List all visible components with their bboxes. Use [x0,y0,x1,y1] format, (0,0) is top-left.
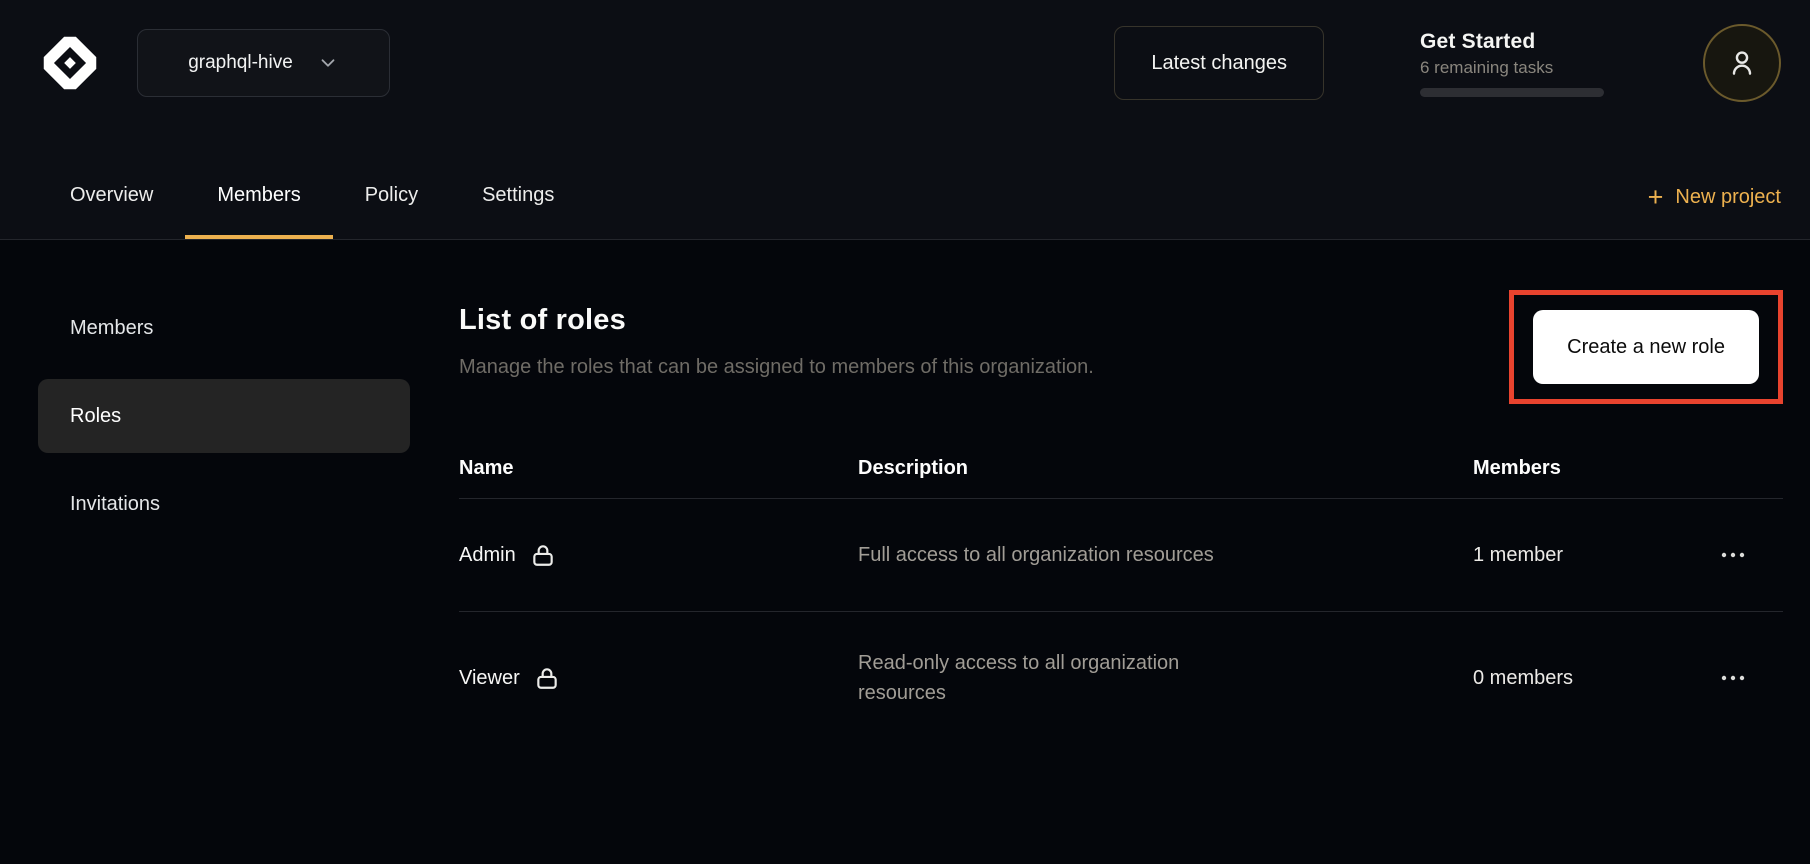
topbar-right: Latest changes Get Started 6 remaining t… [1114,24,1781,102]
role-actions-cell [1683,535,1783,575]
get-started-title: Get Started [1420,30,1604,54]
table-row-viewer: Viewer Read-only access to all organizat… [459,611,1783,744]
latest-changes-button[interactable]: Latest changes [1114,26,1324,100]
sidebar-item-members[interactable]: Members [38,291,410,365]
row-menu-button[interactable] [1711,658,1755,698]
table-header-row: Name Description Members [459,439,1783,499]
role-description: Full access to all organization resource… [858,540,1283,570]
new-project-link[interactable]: + New project [1648,155,1781,239]
topbar: graphql-hive Latest changes Get Started … [0,0,1810,126]
org-switcher-dropdown[interactable]: graphql-hive [137,29,390,97]
tab-members[interactable]: Members [185,155,332,239]
role-name-cell: Viewer [459,665,858,691]
roles-header: List of roles Manage the roles that can … [459,290,1783,404]
role-name: Admin [459,544,516,567]
members-page: Members Roles Invitations List of roles … [0,240,1810,744]
page-title: List of roles [459,304,1094,337]
org-name: graphql-hive [188,52,293,74]
tab-settings[interactable]: Settings [450,155,586,239]
table-row-admin: Admin Full access to all organization re… [459,499,1783,611]
role-name: Viewer [459,667,520,690]
role-description: Read-only access to all organization res… [858,648,1283,708]
roles-table: Name Description Members Admin Full acce… [459,439,1783,744]
ellipsis-icon [1720,551,1746,559]
role-actions-cell [1683,658,1783,698]
new-project-label: New project [1675,186,1781,209]
user-icon [1726,47,1758,79]
chevron-down-icon [317,52,339,74]
page-subtitle: Manage the roles that can be assigned to… [459,356,1094,379]
lock-icon [534,665,560,691]
get-started-widget[interactable]: Get Started 6 remaining tasks [1420,30,1604,97]
roles-titles: List of roles Manage the roles that can … [459,290,1094,379]
ellipsis-icon [1720,674,1746,682]
lock-icon [530,542,556,568]
hive-logo-icon [35,28,105,98]
column-header-name: Name [459,457,858,480]
sidebar-item-roles[interactable]: Roles [38,379,410,453]
tab-policy[interactable]: Policy [333,155,450,239]
annotation-highlight-rect: Create a new role [1509,290,1783,404]
get-started-progress-bar [1420,88,1604,97]
plus-icon: + [1648,184,1664,211]
role-name-cell: Admin [459,542,858,568]
brand-area: graphql-hive [35,28,1114,98]
role-member-count: 1 member [1473,544,1683,567]
roles-panel: List of roles Manage the roles that can … [459,240,1783,744]
role-member-count: 0 members [1473,667,1683,690]
tab-overview[interactable]: Overview [38,155,185,239]
members-sidebar: Members Roles Invitations [38,240,410,744]
column-header-members: Members [1473,457,1683,480]
get-started-remaining-tasks: 6 remaining tasks [1420,58,1604,78]
column-header-description: Description [858,457,1473,480]
create-new-role-button[interactable]: Create a new role [1533,310,1759,384]
sidebar-item-invitations[interactable]: Invitations [38,467,410,541]
org-tabs: Overview Members Policy Settings [38,155,586,239]
org-tabbar: Overview Members Policy Settings + New p… [0,126,1810,240]
row-menu-button[interactable] [1711,535,1755,575]
user-avatar[interactable] [1703,24,1781,102]
